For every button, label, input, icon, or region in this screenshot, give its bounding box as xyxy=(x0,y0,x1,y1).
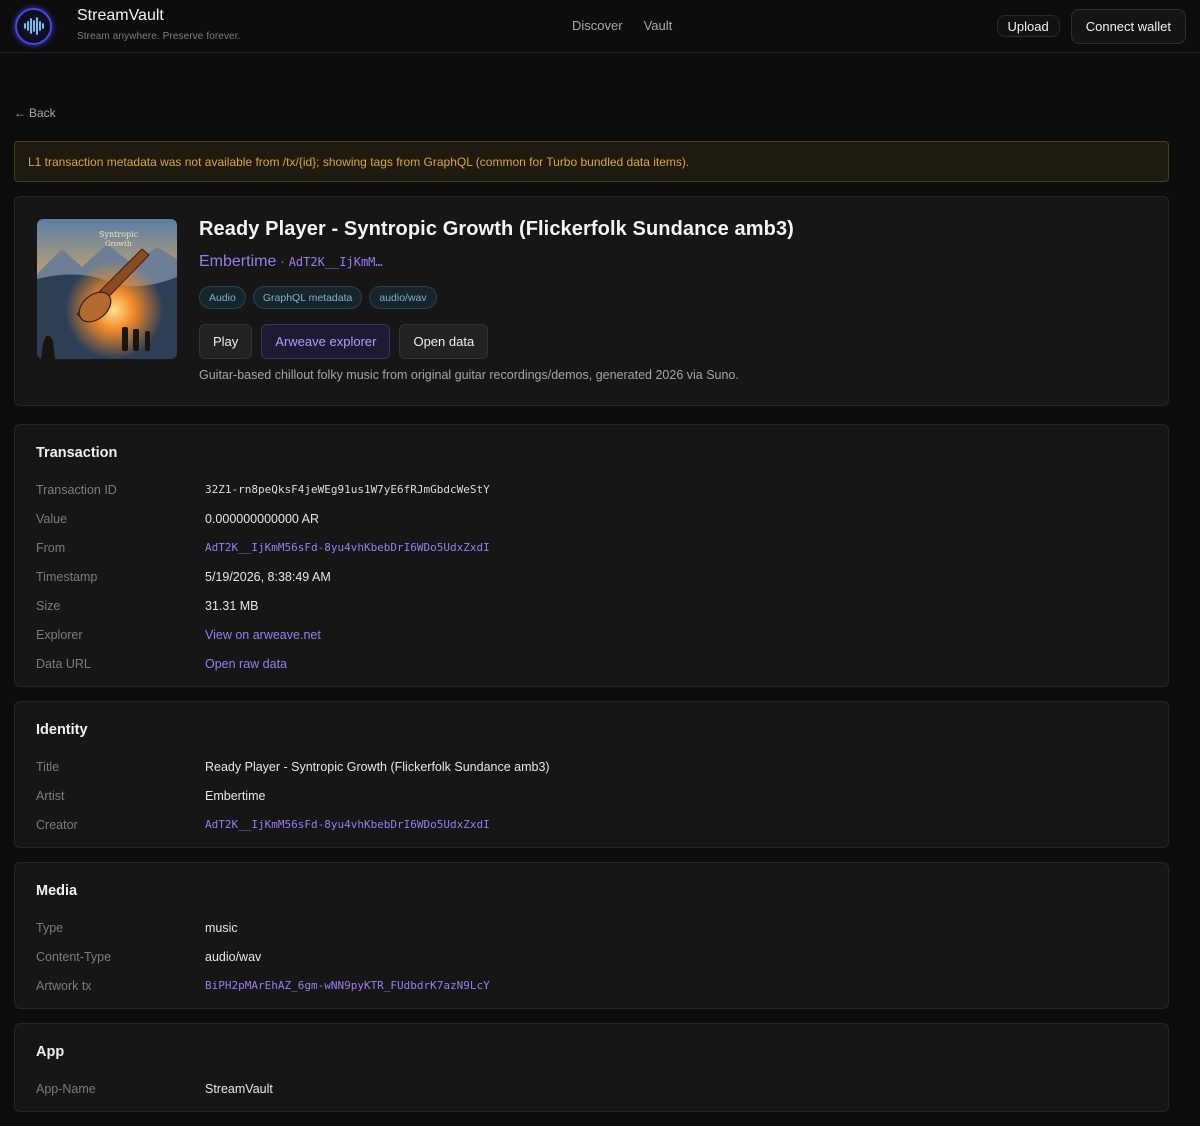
row-label: Value xyxy=(36,511,68,526)
brand-name[interactable]: StreamVault xyxy=(77,7,240,25)
artist-address-link[interactable]: AdT2K__IjKmM… xyxy=(289,255,383,269)
row-label: Data URL xyxy=(36,656,91,671)
row-from: From AdT2K__IjKmM56sFd-8yu4vhKbebDrI6WDo… xyxy=(36,533,1148,562)
row-artist: Artist Embertime xyxy=(36,781,1148,810)
tag-content-type: audio/wav xyxy=(369,286,437,309)
artist-value: Embertime xyxy=(205,788,266,803)
from-address-link[interactable]: AdT2K__IjKmM56sFd-8yu4vhKbebDrI6WDo5UdxZ… xyxy=(205,541,490,554)
timestamp-value: 5/19/2026, 8:38:49 AM xyxy=(205,569,331,584)
row-label: Type xyxy=(36,920,64,935)
connect-wallet-button[interactable]: Connect wallet xyxy=(1070,8,1186,44)
row-label: Transaction ID xyxy=(36,482,117,497)
row-creator: Creator AdT2K__IjKmM56sFd-8yu4vhKbebDrI6… xyxy=(36,810,1148,839)
row-artwork-tx: Artwork tx BiPH2pMArEhAZ_6gm-wNN9pyKTR_F… xyxy=(36,971,1148,1000)
arrow-left-icon: ← xyxy=(14,106,26,120)
row-label: Title xyxy=(36,759,60,774)
track-title: Ready Player - Syntropic Growth (Flicker… xyxy=(199,218,794,240)
row-label: Explorer xyxy=(36,627,83,642)
content-type-value: audio/wav xyxy=(205,949,262,964)
creator-address-link[interactable]: AdT2K__IjKmM56sFd-8yu4vhKbebDrI6WDo5UdxZ… xyxy=(205,818,490,831)
row-explorer: Explorer View on arweave.net xyxy=(36,620,1148,649)
transaction-card: Transaction Transaction ID 32Z1-rn8peQks… xyxy=(14,424,1169,687)
track-description: Guitar-based chillout folky music from o… xyxy=(199,368,739,382)
separator-dot: · xyxy=(280,254,285,269)
brand: StreamVault Stream anywhere. Preserve fo… xyxy=(77,7,241,42)
arweave-explorer-button[interactable]: Arweave explorer xyxy=(261,324,391,359)
soundwave-logo-icon[interactable] xyxy=(15,7,52,45)
top-header: StreamVault Stream anywhere. Preserve fo… xyxy=(0,0,1200,53)
row-label: Artist xyxy=(36,788,65,803)
open-data-button[interactable]: Open data xyxy=(399,324,489,359)
value-amount: 0.000000000000 AR xyxy=(205,511,319,526)
main-nav: Discover Vault xyxy=(572,18,672,33)
section-title-identity: Identity xyxy=(36,722,88,738)
tag-graphql-metadata: GraphQL metadata xyxy=(252,286,363,309)
row-label: Size xyxy=(36,598,61,613)
track-tags: Audio GraphQL metadata audio/wav xyxy=(199,286,437,309)
title-value: Ready Player - Syntropic Growth (Flicker… xyxy=(205,759,550,774)
play-button[interactable]: Play xyxy=(199,324,253,359)
back-link[interactable]: ← Back xyxy=(14,106,56,120)
row-app-name: App-Name StreamVault xyxy=(36,1074,1148,1103)
row-content-type: Content-Type audio/wav xyxy=(36,942,1148,971)
section-title-transaction: Transaction xyxy=(36,445,118,461)
view-on-arweave-link[interactable]: View on arweave.net xyxy=(205,628,321,642)
row-data-url: Data URL Open raw data xyxy=(36,649,1148,678)
upload-button[interactable]: Upload xyxy=(996,15,1060,37)
svg-text:Growth: Growth xyxy=(105,240,132,248)
tag-audio: Audio xyxy=(199,286,246,309)
header-actions: Upload Connect wallet xyxy=(996,8,1186,44)
artist-link[interactable]: Embertime xyxy=(199,253,276,271)
transaction-rows: Transaction ID 32Z1-rn8peQksF4jeWEg91us1… xyxy=(36,475,1148,678)
type-value: music xyxy=(205,920,238,935)
app-rows: App-Name StreamVault xyxy=(36,1074,1148,1103)
section-title-app: App xyxy=(36,1044,65,1060)
track-artist-line: Embertime · AdT2K__IjKmM… xyxy=(199,253,383,271)
album-artwork: Syntropic Growth xyxy=(37,219,177,359)
row-label: Timestamp xyxy=(36,569,98,584)
track-actions: Play Arweave explorer Open data xyxy=(199,324,489,359)
section-title-media: Media xyxy=(36,883,78,899)
row-type: Type music xyxy=(36,913,1148,942)
row-size: Size 31.31 MB xyxy=(36,591,1148,620)
app-name-value: StreamVault xyxy=(205,1081,273,1096)
media-rows: Type music Content-Type audio/wav Artwor… xyxy=(36,913,1148,1000)
app-card: App App-Name StreamVault xyxy=(14,1023,1169,1112)
brand-tagline: Stream anywhere. Preserve forever. xyxy=(77,31,241,42)
row-value: Value 0.000000000000 AR xyxy=(36,504,1148,533)
row-title: Title Ready Player - Syntropic Growth (F… xyxy=(36,752,1148,781)
track-hero-card: Syntropic Growth Ready Player - Syntropi… xyxy=(14,196,1169,406)
metadata-notice: L1 transaction metadata was not availabl… xyxy=(14,141,1169,182)
identity-rows: Title Ready Player - Syntropic Growth (F… xyxy=(36,752,1148,839)
size-value: 31.31 MB xyxy=(205,598,259,613)
nav-discover[interactable]: Discover xyxy=(572,18,623,33)
row-label: Content-Type xyxy=(36,949,112,964)
row-label: Artwork tx xyxy=(36,978,92,993)
open-raw-data-link[interactable]: Open raw data xyxy=(205,657,287,671)
back-label: Back xyxy=(29,106,56,120)
row-label: Creator xyxy=(36,817,78,832)
identity-card: Identity Title Ready Player - Syntropic … xyxy=(14,701,1169,848)
media-card: Media Type music Content-Type audio/wav … xyxy=(14,862,1169,1009)
artwork-tx-link[interactable]: BiPH2pMArEhAZ_6gm-wNN9pyKTR_FUdbdrK7azN9… xyxy=(205,979,490,992)
row-transaction-id: Transaction ID 32Z1-rn8peQksF4jeWEg91us1… xyxy=(36,475,1148,504)
transaction-id-value: 32Z1-rn8peQksF4jeWEg91us1W7yE6fRJmGbdcWe… xyxy=(205,483,490,496)
svg-text:Syntropic: Syntropic xyxy=(99,230,139,239)
row-timestamp: Timestamp 5/19/2026, 8:38:49 AM xyxy=(36,562,1148,591)
row-label: App-Name xyxy=(36,1081,96,1096)
nav-vault[interactable]: Vault xyxy=(644,18,673,33)
row-label: From xyxy=(36,540,66,555)
